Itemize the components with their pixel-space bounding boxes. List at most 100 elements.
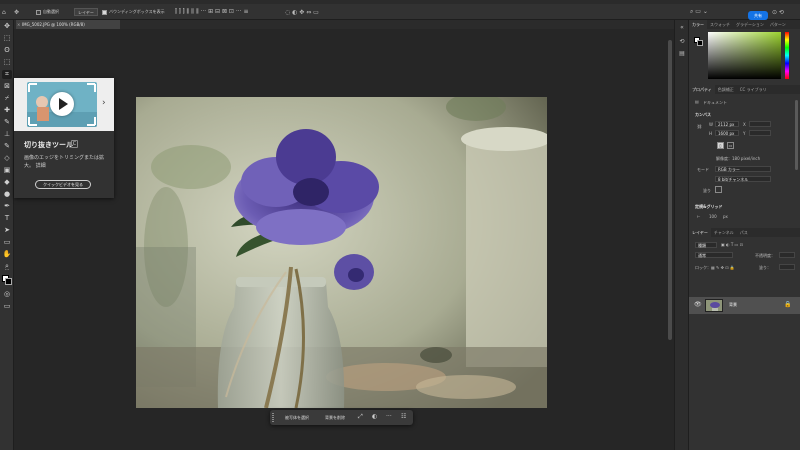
pen-tool-icon[interactable]: ✒: [2, 202, 12, 211]
layer-filter-dropdown[interactable]: 種類: [695, 242, 717, 248]
blend-mode-dropdown[interactable]: 通常: [695, 252, 733, 258]
height-field[interactable]: 1600 px: [715, 130, 739, 136]
marquee-tool-icon[interactable]: ⬚: [2, 34, 12, 43]
document-tab[interactable]: × IMG_5002.JPG @ 100% (RGB/8): [16, 20, 120, 29]
frame-tool-icon[interactable]: ⊠: [2, 82, 12, 91]
x-field[interactable]: [749, 121, 771, 127]
document-tab-bar: × IMG_5002.JPG @ 100% (RGB/8): [14, 20, 674, 29]
document-icon: ▤: [695, 99, 699, 104]
link-icon[interactable]: ⛓: [697, 124, 702, 129]
dodge-tool-icon[interactable]: ●: [2, 190, 12, 199]
width-field[interactable]: 2112 px: [715, 121, 739, 127]
tab-color[interactable]: カラー: [689, 20, 707, 29]
adjustment-icon[interactable]: ◐: [372, 413, 377, 420]
remove-background-button[interactable]: 背景を削除: [318, 414, 345, 421]
taskbar-drag-handle[interactable]: [272, 413, 274, 422]
tab-channels[interactable]: チャンネル: [711, 228, 737, 237]
select-subject-button[interactable]: 被写体を選択: [278, 414, 309, 421]
comments-icon[interactable]: ▤: [678, 50, 686, 58]
home-icon[interactable]: ⌂: [2, 7, 6, 17]
height-label: H: [709, 131, 713, 136]
hue-slider[interactable]: [785, 32, 789, 79]
eyedropper-tool-icon[interactable]: ⌿: [2, 94, 12, 103]
mode-dropdown[interactable]: RGB カラー: [715, 166, 771, 172]
show-transform-box[interactable]: [102, 9, 107, 15]
spot-heal-tool-icon[interactable]: ✚: [2, 106, 12, 115]
watch-quick-video-button[interactable]: クイックビデオを見る: [35, 180, 91, 189]
path-select-tool-icon[interactable]: ➤: [2, 226, 12, 235]
background-color-swatch[interactable]: [5, 278, 12, 285]
taskbar-settings-icon[interactable]: ☷: [401, 413, 406, 420]
clone-stamp-tool-icon[interactable]: ⊥: [2, 130, 12, 139]
share-button[interactable]: 共有: [748, 11, 768, 20]
play-icon[interactable]: [50, 92, 74, 116]
transform-icon[interactable]: ⤢: [358, 413, 363, 421]
auto-select-target-value[interactable]: レイヤー: [74, 8, 98, 16]
workspace-icons[interactable]: ⌕ ▭ ⌄: [690, 7, 708, 17]
tab-swatches[interactable]: スウォッチ: [707, 20, 733, 29]
more-tools-icon[interactable]: ···: [2, 266, 12, 275]
color-panel-tabs: カラー スウォッチ グラデーション パターン: [689, 20, 800, 29]
crop-tool-icon[interactable]: ⌗: [2, 70, 12, 79]
tooltip-video-thumbnail[interactable]: ›: [14, 78, 114, 131]
move-tool-icon[interactable]: ✥: [2, 22, 12, 31]
tab-patterns[interactable]: パターン: [767, 20, 789, 29]
3d-mode-icons[interactable]: ◌ ◐ ✥ ⇔ ▭: [285, 7, 319, 17]
x-label: X: [743, 122, 746, 127]
shape-tool-icon[interactable]: ▭: [2, 238, 12, 247]
tab-gradients[interactable]: グラデーション: [733, 20, 767, 29]
move-tool-preset-icon[interactable]: ✥: [14, 7, 19, 17]
auto-select-checkbox[interactable]: 自動選択: [36, 7, 59, 17]
y-field[interactable]: [749, 130, 771, 136]
tab-adjustments[interactable]: 色調補正: [715, 85, 737, 94]
auto-select-box[interactable]: [36, 9, 41, 15]
auto-select-target-dropdown[interactable]: レイヤー: [74, 7, 98, 17]
chevron-right-icon[interactable]: ›: [102, 98, 106, 108]
color-picker-field[interactable]: [708, 32, 781, 79]
ruler-unit-value[interactable]: 100: [709, 214, 717, 219]
object-select-tool-icon[interactable]: ⬚: [2, 58, 12, 67]
align-icons[interactable]: ⫿ ⫿ ⫿ ⫼ ⫼ ⫼ ··· ⊞ ⊟ ⊠ ⊡ ··· ≡: [175, 7, 249, 17]
visibility-eye-icon[interactable]: 👁: [694, 301, 702, 308]
layer-row-background[interactable]: 👁 背景 🔒: [689, 297, 800, 314]
quick-mask-icon[interactable]: ◎: [2, 290, 12, 299]
tooltip-title: 切り抜きツール: [24, 141, 73, 149]
layer-name: 背景: [729, 302, 737, 307]
more-icons[interactable]: ⊙ ⟲: [772, 7, 784, 17]
tooltip-shortcut-key: C: [71, 140, 78, 148]
panel-background-swatch[interactable]: [697, 40, 703, 46]
properties-scrollbar[interactable]: [795, 100, 798, 170]
hand-tool-icon[interactable]: ✋: [2, 250, 12, 259]
collapse-panels-icon[interactable]: «: [678, 24, 686, 32]
history-brush-tool-icon[interactable]: ✎: [2, 142, 12, 151]
more-options-icon[interactable]: ···: [386, 413, 392, 420]
fill-color-swatch[interactable]: [715, 186, 722, 193]
landscape-orientation-icon[interactable]: ▭: [727, 142, 734, 149]
tab-paths[interactable]: パス: [737, 228, 751, 237]
close-tab-icon[interactable]: ×: [17, 20, 20, 29]
canvas-section-label[interactable]: カンバス: [695, 112, 711, 118]
show-transform-checkbox[interactable]: バウンディングボックスを表示: [102, 7, 165, 17]
opacity-field[interactable]: [779, 252, 795, 258]
fill-opacity-field[interactable]: [779, 264, 795, 270]
tab-layers[interactable]: レイヤー: [689, 228, 711, 237]
eraser-tool-icon[interactable]: ◇: [2, 154, 12, 163]
blur-tool-icon[interactable]: ◆: [2, 178, 12, 187]
layer-filter-icons[interactable]: ▣ ◐ T ▭ ⊡: [721, 242, 743, 247]
lock-icons[interactable]: ▦ ✎ ✥ ⊡ 🔒: [711, 265, 735, 270]
screen-mode-icon[interactable]: ▭: [2, 302, 12, 311]
properties-panel-tabs: プロパティ 色調補正 CC ライブラリ: [689, 85, 800, 94]
brush-tool-icon[interactable]: ✎: [2, 118, 12, 127]
rulers-grids-section-label[interactable]: 定規&グリッド: [695, 204, 723, 210]
bit-depth-dropdown[interactable]: 8 bit/チャンネル: [715, 176, 771, 182]
portrait-orientation-icon[interactable]: ▯: [717, 142, 724, 149]
tab-cc-libraries[interactable]: CC ライブラリ: [737, 85, 770, 94]
history-icon[interactable]: ⟲: [678, 38, 686, 46]
lasso-tool-icon[interactable]: ʘ: [2, 46, 12, 55]
gradient-tool-icon[interactable]: ▣: [2, 166, 12, 175]
document-image[interactable]: [136, 97, 547, 408]
type-tool-icon[interactable]: T: [2, 214, 12, 223]
tab-properties[interactable]: プロパティ: [689, 85, 715, 94]
ruler-unit[interactable]: px: [723, 214, 728, 219]
canvas-vertical-scrollbar[interactable]: [668, 40, 672, 340]
